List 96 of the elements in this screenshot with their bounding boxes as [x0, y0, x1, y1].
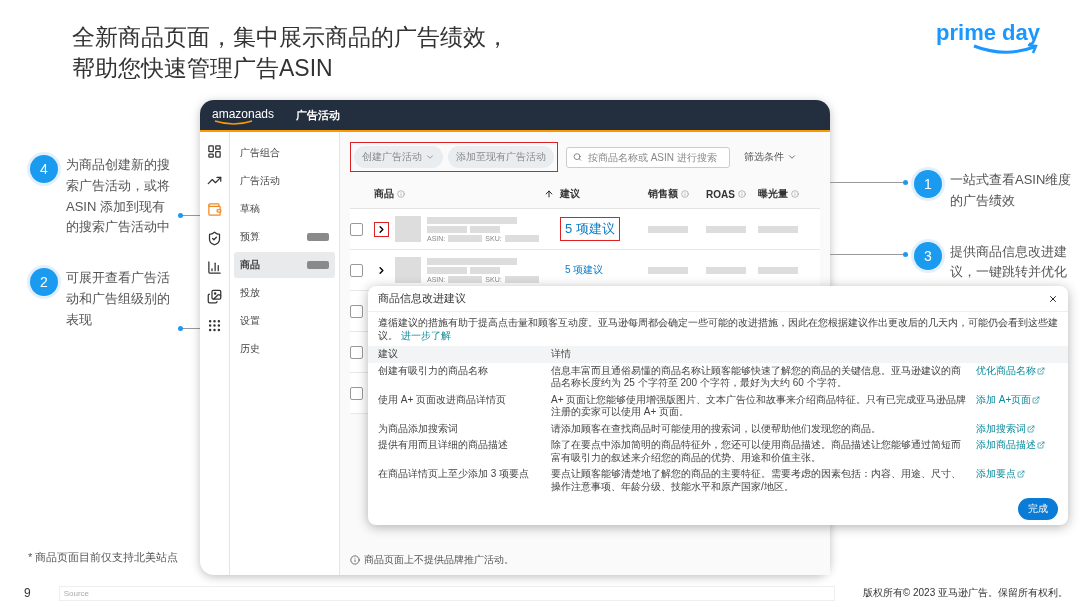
- bar-chart-icon[interactable]: [207, 260, 222, 275]
- suggestion-cell-text: 提供有用而且详细的商品描述: [378, 439, 509, 452]
- chevron-right-icon: [376, 264, 387, 276]
- column-header: 详情: [551, 348, 572, 361]
- action-link[interactable]: 添加搜索词: [976, 422, 1035, 435]
- info-icon: [681, 190, 689, 198]
- redacted-bar: [648, 225, 688, 233]
- suggestion-cell-text: 创建有吸引力的商品名称: [378, 364, 489, 378]
- info-icon: [350, 555, 360, 565]
- chevron-down-icon: [425, 152, 435, 162]
- search-icon: [573, 152, 582, 162]
- chevron-right-icon: [376, 223, 387, 235]
- redacted-bar: [648, 266, 688, 274]
- number-badge: 3: [914, 241, 942, 270]
- number-badge: 2: [30, 268, 58, 297]
- shield-icon[interactable]: [207, 231, 222, 246]
- expand-chevron[interactable]: [374, 221, 389, 237]
- detail-text: 除了在要点中添加简明的商品特征外，您还可以使用商品描述。商品描述让您能够通过简短而富有吸引力的叙述来介绍您的商品的优势、用途和价值主张。: [551, 439, 962, 464]
- info-note: 商品页面上不提供品牌推广活动。: [364, 553, 514, 567]
- dialog-title: 商品信息改进建议: [378, 291, 466, 306]
- column-header[interactable]: ROAS: [706, 188, 758, 200]
- redacted-bar: [758, 225, 798, 233]
- nav-item[interactable]: 草稿: [234, 196, 335, 222]
- suggestions-link[interactable]: 5 项建议: [560, 260, 609, 280]
- detail-text: 信息丰富而且通俗易懂的商品名称让顾客能够快速了解您的商品的关键信息。亚马逊建议的商品名称长度约为 25 个字符至 200 个字符，最好为大约 60 个字符。: [551, 364, 962, 390]
- nav-item[interactable]: 投放: [234, 280, 335, 306]
- header-title: 广告活动: [296, 107, 341, 123]
- nav-item[interactable]: 广告活动: [234, 168, 335, 194]
- search-field[interactable]: 按商品名称或 ASIN 进行搜索: [566, 146, 730, 168]
- number-badge: 4: [30, 155, 58, 183]
- callout-text: 提供商品信息改进建议，一键跳转并优化: [950, 242, 1068, 282]
- nav-item[interactable]: 预算: [234, 224, 335, 250]
- external-link-icon: [1037, 366, 1045, 375]
- images-icon[interactable]: [207, 289, 222, 304]
- dialog-intro: 遵循建议的措施有助于提高点击量和顾客互动度。亚马逊每周都会确定一些可能的改进措施，因此在您根据建议作出更改后的几天内，可能仍会看到这些建议。 进一步了解: [377, 316, 1059, 344]
- callout-text: 可展开查看广告活动和广告组级别的表现: [66, 269, 171, 329]
- slide-title: 全新商品页面，集中展示商品的广告绩效， 帮助您快速管理广告ASIN: [72, 23, 509, 84]
- product-image-placeholder: [395, 257, 421, 283]
- product-image-placeholder: [395, 216, 421, 242]
- redacted-bar: [758, 266, 798, 274]
- column-header: 建议: [378, 348, 399, 361]
- footnote: * 商品页面目前仅支持北美站点: [27, 550, 180, 565]
- detail-text: 请添加顾客在查找商品时可能使用的搜索词，以便帮助他们发现您的商品。: [551, 422, 882, 435]
- external-link-icon: [1017, 470, 1025, 479]
- row-checkbox[interactable]: [350, 386, 363, 400]
- redacted-bar: [504, 275, 539, 283]
- detail-text: A+ 页面让您能够使用增强版图片、文本广告位和故事来介绍商品特征。只有已完成亚马逊品牌注册的卖家可以使用 A+ 页面。: [551, 393, 968, 419]
- redacted-bar: [706, 266, 746, 274]
- close-button[interactable]: [1048, 293, 1058, 304]
- nav-item[interactable]: 设置: [234, 308, 335, 334]
- suggestion-cell-text: 使用 A+ 页面改进商品详情页: [378, 393, 508, 407]
- close-icon: [1048, 293, 1058, 304]
- column-header[interactable]: 曝光量: [758, 187, 820, 201]
- chevron-down-icon: [787, 152, 797, 162]
- action-link[interactable]: 优化商品名称: [976, 364, 1045, 377]
- external-link-icon: [1027, 424, 1035, 433]
- action-link[interactable]: 添加商品描述: [976, 439, 1045, 452]
- leader-line: [180, 215, 200, 216]
- source-label: Source: [58, 585, 835, 601]
- redacted-bar: [504, 234, 539, 242]
- nav-item[interactable]: 商品: [234, 252, 335, 278]
- detail-text: 要点让顾客能够清楚地了解您的商品的主要特征。需要考虑的因素包括：内容、用途、尺寸、操作注意事项、年龄分级、技能水平和原产国家/地区。: [551, 468, 962, 493]
- row-checkbox[interactable]: [350, 304, 363, 318]
- done-button[interactable]: 完成: [1018, 498, 1058, 520]
- brand-logo: prime day: [936, 22, 1040, 44]
- nav-item[interactable]: 广告组合: [234, 140, 335, 166]
- learn-more-link[interactable]: 进一步了解: [400, 329, 451, 342]
- callout-text: 一站式查看ASIN维度的广告绩效: [950, 171, 1073, 210]
- suggestion-cell-text: 为商品添加搜索词: [378, 422, 459, 435]
- apps-grid-icon[interactable]: [207, 318, 222, 333]
- row-checkbox[interactable]: [350, 345, 363, 359]
- info-icon: [397, 190, 405, 198]
- action-link[interactable]: 添加 A+页面: [976, 393, 1041, 406]
- redacted-bar: [706, 225, 746, 233]
- info-icon: [791, 190, 799, 198]
- suggestion-cell-text: 在商品详情页上至少添加 3 项要点: [378, 468, 531, 481]
- copyright-text: 版权所有© 2023 亚马逊广告。保留所有权利。: [862, 586, 1068, 600]
- external-link-icon: [1037, 441, 1045, 450]
- action-link[interactable]: 添加要点: [976, 468, 1025, 481]
- row-checkbox[interactable]: [350, 222, 363, 236]
- number-badge: 1: [914, 170, 942, 198]
- nav-item[interactable]: 历史: [234, 336, 335, 362]
- row-checkbox[interactable]: [350, 263, 363, 277]
- external-link-icon: [1032, 395, 1041, 404]
- column-header[interactable]: 商品: [374, 187, 405, 201]
- callout-text: 为商品创建新的搜索广告活动，或将 ASIN 添加到现有的搜索广告活动中: [66, 156, 171, 237]
- dashboard-icon[interactable]: [207, 144, 222, 159]
- column-header[interactable]: 建议: [560, 187, 648, 201]
- page-number: 9: [24, 586, 31, 600]
- column-header[interactable]: 销售额: [648, 187, 706, 201]
- suggestions-link[interactable]: 5 项建议: [560, 217, 620, 241]
- info-icon: [737, 190, 746, 198]
- filter-dropdown[interactable]: 筛选条件: [738, 149, 803, 165]
- amazon-ads-logo: amazonads: [212, 106, 275, 124]
- sort-arrow-icon[interactable]: [544, 189, 554, 199]
- leader-line: [180, 328, 200, 330]
